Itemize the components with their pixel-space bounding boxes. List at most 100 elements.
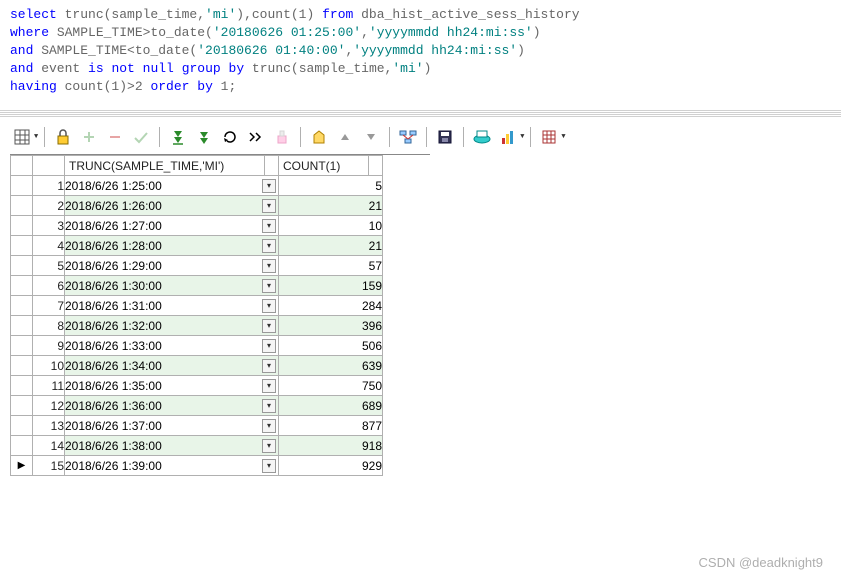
- table-row[interactable]: 32018/6/26 1:27:00▾10: [11, 216, 383, 236]
- chevron-down-icon[interactable]: ▼: [520, 133, 524, 141]
- cell-trunc-time[interactable]: 2018/6/26 1:28:00▾: [65, 236, 279, 256]
- find-button[interactable]: [244, 126, 268, 148]
- cell-count[interactable]: 929: [279, 456, 383, 476]
- row-number: 6: [33, 276, 65, 296]
- table-row[interactable]: 122018/6/26 1:36:00▾689: [11, 396, 383, 416]
- cell-dropdown-icon[interactable]: ▾: [262, 199, 276, 213]
- cell-trunc-time[interactable]: 2018/6/26 1:38:00▾: [65, 436, 279, 456]
- cell-dropdown-icon[interactable]: ▾: [262, 219, 276, 233]
- cell-dropdown-icon[interactable]: ▾: [262, 299, 276, 313]
- print-button[interactable]: [470, 126, 494, 148]
- fetch-next-button[interactable]: [192, 126, 216, 148]
- cell-count[interactable]: 639: [279, 356, 383, 376]
- cell-trunc-time[interactable]: 2018/6/26 1:31:00▾: [65, 296, 279, 316]
- chevron-down-icon[interactable]: ▼: [561, 133, 565, 141]
- cell-trunc-time[interactable]: 2018/6/26 1:35:00▾: [65, 376, 279, 396]
- grid-header-row: TRUNC(SAMPLE_TIME,'MI') COUNT(1): [11, 156, 383, 176]
- cell-trunc-time[interactable]: 2018/6/26 1:29:00▾: [65, 256, 279, 276]
- cell-trunc-time[interactable]: 2018/6/26 1:30:00▾: [65, 276, 279, 296]
- commit-button[interactable]: [129, 126, 153, 148]
- add-row-button[interactable]: [77, 126, 101, 148]
- cell-count[interactable]: 877: [279, 416, 383, 436]
- nav-up-button[interactable]: [333, 126, 357, 148]
- row-indicator: ▶: [11, 456, 33, 476]
- cell-dropdown-icon[interactable]: ▾: [262, 319, 276, 333]
- cell-count[interactable]: 506: [279, 336, 383, 356]
- row-number: 10: [33, 356, 65, 376]
- cell-dropdown-icon[interactable]: ▾: [262, 339, 276, 353]
- export-button[interactable]: [537, 126, 561, 148]
- cell-count[interactable]: 918: [279, 436, 383, 456]
- table-row[interactable]: 132018/6/26 1:37:00▾877: [11, 416, 383, 436]
- refresh-button[interactable]: [218, 126, 242, 148]
- cell-trunc-time[interactable]: 2018/6/26 1:32:00▾: [65, 316, 279, 336]
- cell-dropdown-icon[interactable]: ▾: [262, 399, 276, 413]
- column-header-trunc[interactable]: TRUNC(SAMPLE_TIME,'MI'): [65, 156, 265, 176]
- results-grid[interactable]: TRUNC(SAMPLE_TIME,'MI') COUNT(1) 12018/6…: [10, 154, 430, 476]
- table-row[interactable]: 62018/6/26 1:30:00▾159: [11, 276, 383, 296]
- cell-count[interactable]: 396: [279, 316, 383, 336]
- fetch-first-button[interactable]: [166, 126, 190, 148]
- cell-count[interactable]: 750: [279, 376, 383, 396]
- table-row[interactable]: 42018/6/26 1:28:00▾21: [11, 236, 383, 256]
- cell-trunc-time[interactable]: 2018/6/26 1:33:00▾: [65, 336, 279, 356]
- cell-dropdown-icon[interactable]: ▾: [262, 419, 276, 433]
- table-row[interactable]: 92018/6/26 1:33:00▾506: [11, 336, 383, 356]
- linked-query-button[interactable]: [396, 126, 420, 148]
- cell-count[interactable]: 21: [279, 196, 383, 216]
- sort-handle[interactable]: [369, 156, 383, 176]
- clear-button[interactable]: [270, 126, 294, 148]
- cell-count[interactable]: 57: [279, 256, 383, 276]
- table-row[interactable]: 82018/6/26 1:32:00▾396: [11, 316, 383, 336]
- cell-trunc-time[interactable]: 2018/6/26 1:26:00▾: [65, 196, 279, 216]
- cell-dropdown-icon[interactable]: ▾: [262, 239, 276, 253]
- cell-count[interactable]: 5: [279, 176, 383, 196]
- cell-trunc-time[interactable]: 2018/6/26 1:25:00▾: [65, 176, 279, 196]
- row-indicator: [11, 196, 33, 216]
- cell-count[interactable]: 159: [279, 276, 383, 296]
- table-row[interactable]: 112018/6/26 1:35:00▾750: [11, 376, 383, 396]
- cell-trunc-time[interactable]: 2018/6/26 1:36:00▾: [65, 396, 279, 416]
- sort-handle[interactable]: [265, 156, 279, 176]
- table-row[interactable]: 52018/6/26 1:29:00▾57: [11, 256, 383, 276]
- cell-dropdown-icon[interactable]: ▾: [262, 379, 276, 393]
- cell-count[interactable]: 21: [279, 236, 383, 256]
- pane-divider[interactable]: [0, 110, 841, 118]
- cell-count[interactable]: 284: [279, 296, 383, 316]
- nav-down-button[interactable]: [359, 126, 383, 148]
- cell-trunc-time[interactable]: 2018/6/26 1:27:00▾: [65, 216, 279, 236]
- cell-dropdown-icon[interactable]: ▾: [262, 439, 276, 453]
- cell-dropdown-icon[interactable]: ▾: [262, 459, 276, 473]
- cell-trunc-time[interactable]: 2018/6/26 1:37:00▾: [65, 416, 279, 436]
- table-row[interactable]: 102018/6/26 1:34:00▾639: [11, 356, 383, 376]
- watermark: CSDN @deadknight9: [699, 555, 823, 570]
- row-indicator: [11, 276, 33, 296]
- grid-options-button[interactable]: [10, 126, 34, 148]
- chart-button[interactable]: [496, 126, 520, 148]
- row-number: 12: [33, 396, 65, 416]
- cell-trunc-time[interactable]: 2018/6/26 1:39:00▾: [65, 456, 279, 476]
- table-row[interactable]: 72018/6/26 1:31:00▾284: [11, 296, 383, 316]
- row-number: 15: [33, 456, 65, 476]
- chevron-down-icon[interactable]: ▼: [34, 133, 38, 141]
- lock-button[interactable]: [51, 126, 75, 148]
- delete-row-button[interactable]: [103, 126, 127, 148]
- row-indicator-header: [11, 156, 33, 176]
- table-row[interactable]: 22018/6/26 1:26:00▾21: [11, 196, 383, 216]
- row-indicator: [11, 336, 33, 356]
- sql-editor[interactable]: select trunc(sample_time,'mi'),count(1) …: [0, 0, 841, 106]
- single-record-button[interactable]: [307, 126, 331, 148]
- cell-dropdown-icon[interactable]: ▾: [262, 179, 276, 193]
- cell-trunc-time[interactable]: 2018/6/26 1:34:00▾: [65, 356, 279, 376]
- cell-dropdown-icon[interactable]: ▾: [262, 279, 276, 293]
- table-row[interactable]: ▶152018/6/26 1:39:00▾929: [11, 456, 383, 476]
- table-row[interactable]: 142018/6/26 1:38:00▾918: [11, 436, 383, 456]
- cell-count[interactable]: 689: [279, 396, 383, 416]
- cell-count[interactable]: 10: [279, 216, 383, 236]
- column-header-count[interactable]: COUNT(1): [279, 156, 369, 176]
- cell-dropdown-icon[interactable]: ▾: [262, 359, 276, 373]
- save-button[interactable]: [433, 126, 457, 148]
- table-row[interactable]: 12018/6/26 1:25:00▾5: [11, 176, 383, 196]
- cell-dropdown-icon[interactable]: ▾: [262, 259, 276, 273]
- row-indicator: [11, 216, 33, 236]
